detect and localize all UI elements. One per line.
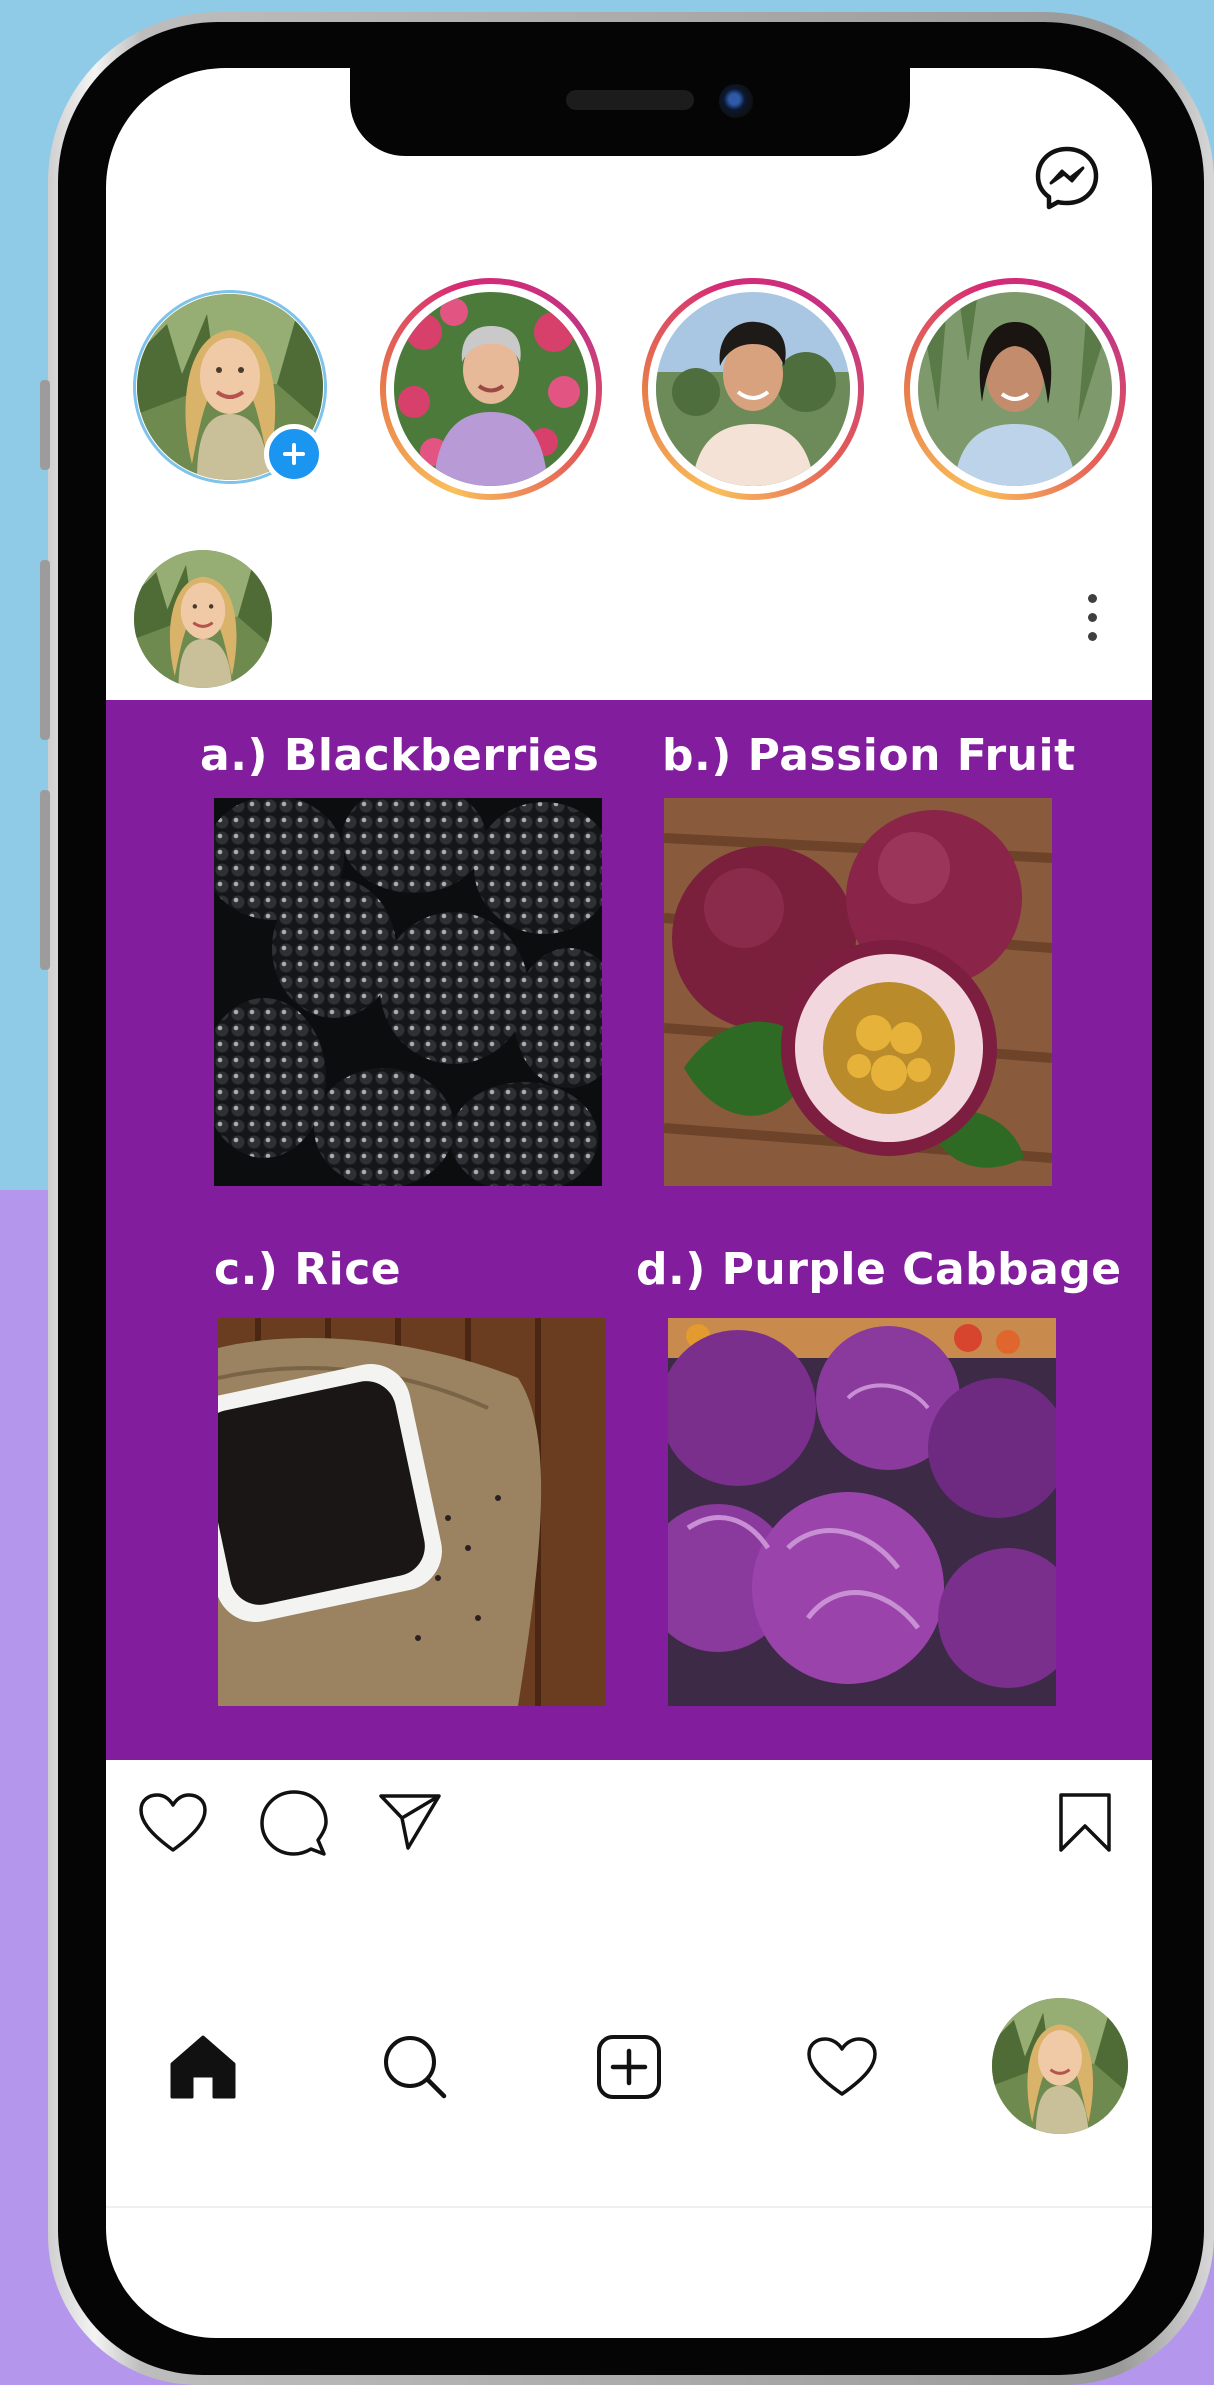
story-avatar-2-image bbox=[394, 292, 588, 486]
volume-down-button bbox=[40, 790, 50, 970]
option-c-label: c.) Rice bbox=[214, 1244, 402, 1295]
story-avatar-3[interactable] bbox=[642, 278, 864, 500]
option-b-label: b.) Passion Fruit bbox=[662, 730, 1076, 781]
story-avatar-4[interactable] bbox=[904, 278, 1126, 500]
rice-photo bbox=[218, 1318, 606, 1706]
option-d-label: d.) Purple Cabbage bbox=[636, 1244, 1122, 1295]
profile-avatar[interactable] bbox=[992, 1998, 1128, 2134]
messenger-icon[interactable] bbox=[1034, 145, 1100, 211]
blackberries-photo bbox=[214, 798, 602, 1186]
activity-heart-icon[interactable] bbox=[806, 2036, 878, 2098]
story-avatar-3-image bbox=[656, 292, 850, 486]
earpiece-speaker bbox=[566, 90, 694, 110]
passion-fruit-photo bbox=[664, 798, 1052, 1186]
volume-up-button bbox=[40, 560, 50, 740]
mute-switch bbox=[40, 380, 50, 470]
front-camera bbox=[719, 84, 753, 118]
option-a-label: a.) Blackberries bbox=[200, 730, 600, 781]
new-post-icon[interactable] bbox=[596, 2034, 662, 2100]
purple-cabbage-photo bbox=[668, 1318, 1056, 1706]
like-heart-icon[interactable] bbox=[138, 1792, 208, 1854]
story-avatar-4-image bbox=[918, 292, 1112, 486]
share-send-icon[interactable] bbox=[378, 1792, 442, 1852]
story-avatar-2[interactable] bbox=[380, 278, 602, 500]
bookmark-icon[interactable] bbox=[1058, 1792, 1112, 1854]
add-story-button[interactable] bbox=[264, 424, 324, 484]
search-icon[interactable] bbox=[382, 2034, 448, 2100]
comment-icon[interactable] bbox=[260, 1790, 328, 1858]
home-indicator-area bbox=[106, 2206, 1152, 2208]
more-options-icon[interactable] bbox=[1084, 594, 1100, 644]
post-author-avatar[interactable] bbox=[134, 550, 272, 688]
home-icon[interactable] bbox=[168, 2034, 238, 2100]
post-image: a.) Blackberries b.) Passion Fruit c.) R… bbox=[106, 700, 1152, 1760]
phone-notch bbox=[350, 68, 910, 156]
